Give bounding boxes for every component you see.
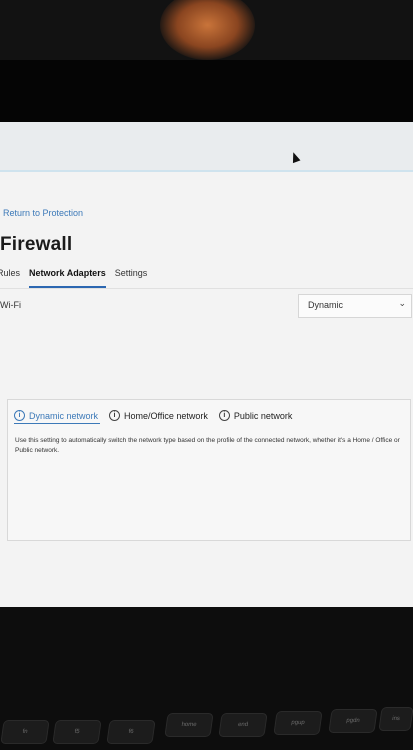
info-icon: i [218,410,230,421]
option-dynamic-network[interactable]: i Dynamic network [14,410,98,421]
option-label: Dynamic network [29,410,99,421]
keyboard-key: fn [0,720,50,744]
network-type-description: Use this setting to automatically switch… [15,437,400,454]
title-bar [0,122,413,172]
keyboard: fn f5 f6 home end pgup pgdn ins [0,607,413,750]
page-title: Firewall [0,234,73,255]
tab-network-adapters[interactable]: Network Adapters [29,268,106,288]
mouse-cursor-icon [289,150,301,164]
tab-bar: Rules Network Adapters Settings [0,268,156,288]
option-label: Home/Office network [124,410,208,421]
tab-rules[interactable]: Rules [0,268,20,288]
keyboard-key: f5 [52,720,102,744]
option-home-office-network[interactable]: i Home/Office network [109,410,208,421]
info-icon: i [14,410,25,421]
screen-bezel [0,60,413,122]
keyboard-key: f6 [106,720,156,744]
app-window: Return to Protection Firewall Rules Netw… [0,122,413,607]
keyboard-key: pgdn [328,709,378,733]
option-label: Public network [233,410,293,421]
network-type-options: i Dynamic network i Home/Office network … [14,410,303,421]
adapter-name: Wi-Fi [0,300,21,310]
network-type-dropdown[interactable]: Dynamic ⌄ [298,294,412,318]
firewall-page: Return to Protection Firewall Rules Netw… [0,172,413,607]
return-to-protection-link[interactable]: Return to Protection [3,208,83,218]
selected-option-underline [14,423,100,424]
info-icon: i [109,410,121,421]
keyboard-key: pgup [273,711,323,735]
network-type-panel: i Dynamic network i Home/Office network … [7,399,411,541]
chevron-down-icon: ⌄ [398,298,406,308]
tab-settings[interactable]: Settings [115,268,148,288]
tab-divider [0,288,413,289]
keyboard-key: home [164,713,214,737]
option-public-network[interactable]: i Public network [218,410,293,421]
keyboard-key: end [218,713,268,737]
lamp-glow [160,0,255,60]
network-type-value: Dynamic [308,300,344,310]
keyboard-key: ins [378,707,413,731]
